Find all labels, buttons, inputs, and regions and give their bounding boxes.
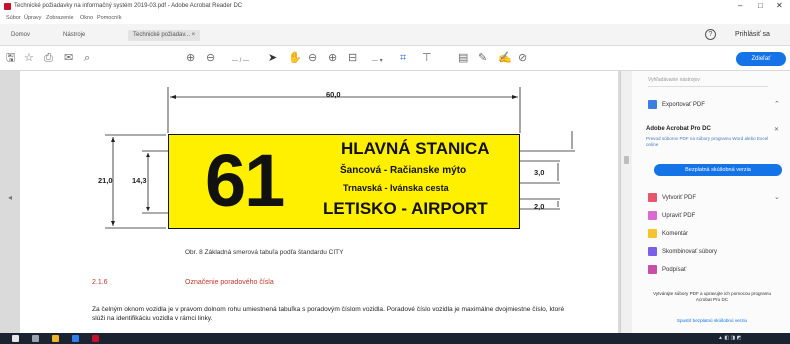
tab-home[interactable]: Domov — [6, 30, 35, 41]
line-number: 61 — [205, 139, 285, 222]
acrobat-taskbar-icon[interactable] — [92, 335, 99, 342]
tab-document[interactable]: Technické požiadav... × — [128, 30, 201, 41]
menu-bar: Súbor Úpravy Zobrazenie Okno Pomocník — [0, 14, 790, 24]
maximize-button[interactable]: □ — [758, 1, 763, 10]
promo-footer-text: Vytvárajte súbory PDF a upravujte ich po… — [652, 291, 772, 302]
tools-pane: Vyhľadávanie nástrojov Exportovať PDF ⌃ … — [632, 71, 790, 333]
explorer-icon[interactable] — [52, 335, 59, 342]
zoom-in-icon[interactable]: ⊕ — [328, 52, 337, 64]
save-icon[interactable]: 🖫 — [6, 52, 15, 64]
sign-destination-final: LETISKO - AIRPORT — [323, 199, 488, 218]
menu-view[interactable]: Zobrazenie — [46, 15, 74, 21]
select-cursor-icon[interactable]: ➤ — [268, 52, 277, 64]
page-indicator[interactable]: — / — — [232, 55, 249, 67]
create-pdf-icon — [648, 193, 657, 202]
close-promo-icon[interactable]: ✕ — [774, 126, 779, 133]
minimize-button[interactable]: – — [738, 1, 742, 10]
section-title: Označenie poradového čísla — [185, 279, 274, 286]
zoom-out-icon[interactable]: ⊖ — [308, 52, 317, 64]
window-title: Technické požiadavky na informačný systé… — [14, 3, 243, 9]
highlight-icon[interactable]: ✎ — [478, 52, 487, 64]
figure-caption: Obr. 8 Základná smerová tabuľa podľa šta… — [185, 249, 344, 256]
tool-edit-pdf-label: Upraviť PDF — [662, 213, 696, 220]
os-taskbar: ▲ ◧ ◨ ◩ — [0, 333, 790, 344]
sign-via-2: Trnavská - Ivánska cesta — [343, 183, 449, 193]
body-paragraph: Za čelným oknom vozidla je v pravom doln… — [92, 306, 565, 322]
tool-edit-pdf[interactable]: Upraviť PDF — [648, 211, 695, 220]
pdf-page: 60,0 21,0 14,3 3,0 2,0 61 HLAVNÁ STANICA… — [20, 71, 618, 333]
tool-comment-label: Komentár — [662, 231, 689, 238]
sign-in-link[interactable]: Prihlásiť sa — [735, 31, 770, 38]
browser-icon[interactable] — [72, 335, 79, 342]
help-icon[interactable]: ? — [705, 29, 716, 40]
fit-page-icon[interactable]: ⊟ — [348, 52, 357, 64]
close-button[interactable]: ✕ — [776, 1, 783, 10]
chevron-up-icon[interactable]: ⌃ — [774, 100, 780, 108]
free-trial-button[interactable]: Bezplatná skúšobná verzia — [654, 164, 782, 176]
page-down-icon[interactable]: ⊖ — [206, 52, 215, 64]
tool-comment[interactable]: Komentár — [648, 229, 688, 238]
sign-tool-icon — [648, 265, 657, 274]
tool-create-pdf-label: Vytvoriť PDF — [662, 195, 697, 202]
toolbar: 🖫 ☆ ⎙ ✉ ⌕ ⊕ ⊖ — / — ➤ ✋ ⊖ ⊕ ⊟ — ▾ ⌗ ⊤ ▤ … — [0, 46, 790, 71]
menu-help[interactable]: Pomocník — [97, 15, 121, 21]
dimension-height-outer: 21,0 — [98, 176, 113, 185]
acrobat-window: Technické požiadavky na informačný systé… — [0, 0, 790, 344]
title-bar: Technické požiadavky na informačný systé… — [0, 0, 790, 14]
star-icon[interactable]: ☆ — [24, 52, 34, 64]
tool-export-pdf[interactable]: Exportovať PDF — [648, 100, 705, 109]
export-pdf-icon — [648, 100, 657, 109]
comment-icon[interactable]: ▤ — [458, 52, 468, 64]
menu-edit[interactable]: Úpravy — [24, 15, 41, 21]
tool-combine-files[interactable]: Skombinovať súbory — [648, 247, 717, 256]
page-up-icon[interactable]: ⊕ — [186, 52, 195, 64]
chevron-down-icon[interactable]: ⌄ — [774, 193, 780, 201]
tool-combine-files-label: Skombinovať súbory — [662, 249, 717, 256]
menu-window[interactable]: Okno — [80, 15, 93, 21]
taskbar-search-icon[interactable] — [32, 335, 39, 342]
zoom-level[interactable]: — ▾ — [372, 55, 383, 67]
pane-splitter[interactable] — [620, 71, 632, 333]
hand-icon[interactable]: ✋ — [288, 52, 302, 64]
dimension-width: 60,0 — [326, 90, 341, 99]
document-area[interactable]: ◂ 60,0 21,0 14,3 3,0 2,0 61 HLAVNÁ STANI… — [0, 71, 620, 333]
tools-search-input[interactable]: Vyhľadávanie nástrojov — [648, 77, 768, 87]
mail-icon[interactable]: ✉ — [64, 52, 73, 64]
dimension-right-2: 2,0 — [534, 202, 545, 211]
comment-tool-icon — [648, 229, 657, 238]
tool-sign[interactable]: Podpísať — [648, 265, 686, 274]
stamp-icon[interactable]: ⊘ — [518, 52, 527, 64]
promo-footer-link[interactable]: Spustiť bezplatnú skúšobnú verziu — [652, 318, 772, 323]
edit-pdf-icon — [648, 211, 657, 220]
tool-export-pdf-label: Exportovať PDF — [662, 102, 705, 109]
promo-text: Prevod súborov PDF na súbory programu Wo… — [646, 136, 769, 147]
dimension-right-1: 3,0 — [534, 168, 545, 177]
system-tray[interactable]: ▲ ◧ ◨ ◩ — [718, 335, 741, 341]
scroll-left-arrow[interactable]: ◂ — [8, 193, 12, 202]
tab-bar: Domov Nástroje Technické požiadav... × ?… — [0, 24, 790, 46]
share-button[interactable]: Zdieľať — [736, 52, 786, 66]
collapse-pane-handle[interactable] — [624, 156, 629, 164]
destination-sign: 61 HLAVNÁ STANICA Šancová - Račianske mý… — [168, 134, 520, 229]
acrobat-app-icon — [4, 3, 11, 10]
dimension-height-inner: 14,3 — [132, 176, 147, 185]
menu-file[interactable]: Súbor — [6, 15, 21, 21]
combine-files-icon — [648, 247, 657, 256]
tab-tools[interactable]: Nástroje — [58, 30, 90, 41]
section-number: 2.1.6 — [92, 279, 108, 286]
print-icon[interactable]: ⎙ — [44, 52, 53, 64]
search-icon[interactable]: ⌕ — [84, 52, 90, 64]
tool-sign-label: Podpísať — [662, 267, 687, 274]
text-tool-icon[interactable]: ⊤ — [422, 52, 432, 64]
promo-title: Adobe Acrobat Pro DC — [646, 126, 711, 132]
sign-via-1: Šancová - Račianske mýto — [340, 165, 467, 176]
sign-destination-main: HLAVNÁ STANICA — [341, 139, 490, 158]
start-icon[interactable] — [12, 335, 19, 342]
sign-icon[interactable]: ✍ — [498, 52, 512, 64]
tool-create-pdf[interactable]: Vytvoriť PDF — [648, 193, 696, 202]
crop-icon[interactable]: ⌗ — [400, 52, 406, 64]
